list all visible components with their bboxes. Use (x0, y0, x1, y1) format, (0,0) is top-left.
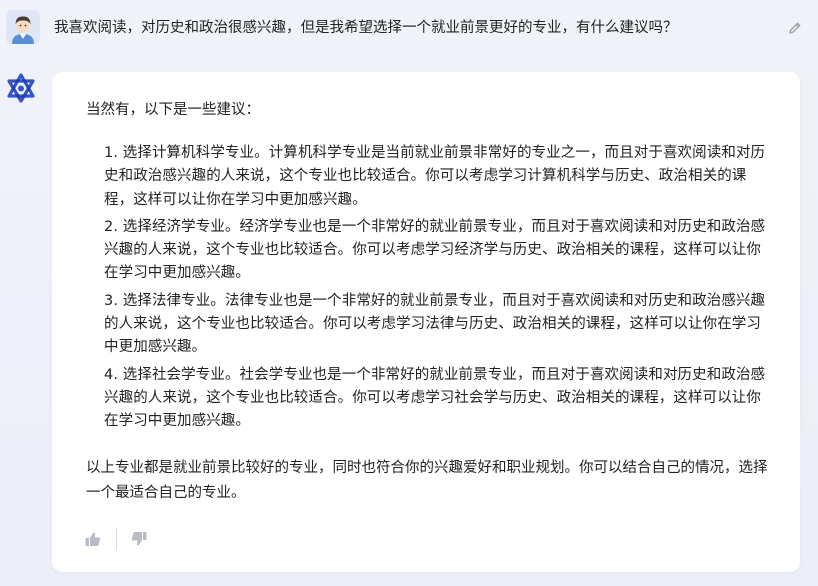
feedback-bar (84, 528, 174, 550)
user-message-text: 我喜欢阅读，对历史和政治很感兴趣，但是我希望选择一个就业前景更好的专业，有什么建… (54, 20, 678, 36)
thumbs-up-icon[interactable] (84, 530, 102, 548)
answer-intro: 当然有，以下是一些建议： (86, 102, 260, 118)
list-item: 3. 选择法律专业。法律专业也是一个非常好的就业前景专业，而且对于喜欢阅读和对历… (104, 292, 766, 356)
suggestion-list: 1. 选择计算机科学专业。计算机科学专业是当前就业前景非常好的专业之一，而且对于… (104, 142, 768, 438)
feedback-divider (116, 528, 117, 550)
user-message-row: 我喜欢阅读，对历史和政治很感兴趣，但是我希望选择一个就业前景更好的专业，有什么建… (0, 0, 818, 60)
user-avatar-icon (6, 10, 40, 44)
thumbs-down-icon[interactable] (130, 530, 148, 548)
assistant-answer-card: 当然有，以下是一些建议： 1. 选择计算机科学专业。计算机科学专业是当前就业前景… (52, 72, 800, 572)
answer-conclusion: 以上专业都是就业前景比较好的专业，同时也符合你的兴趣爱好和职业规划。你可以结合自… (86, 460, 768, 501)
list-item: 2. 选择经济学专业。经济学专业也是一个非常好的就业前景专业，而且对于喜欢阅读和… (104, 218, 766, 282)
list-item: 1. 选择计算机科学专业。计算机科学专业是当前就业前景非常好的专业之一，而且对于… (104, 145, 766, 208)
assistant-logo-icon (5, 72, 37, 104)
list-item: 4. 选择社会学专业。社会学专业也是一个非常好的就业前景专业，而且对于喜欢阅读和… (104, 366, 766, 430)
pencil-icon[interactable] (788, 20, 802, 34)
